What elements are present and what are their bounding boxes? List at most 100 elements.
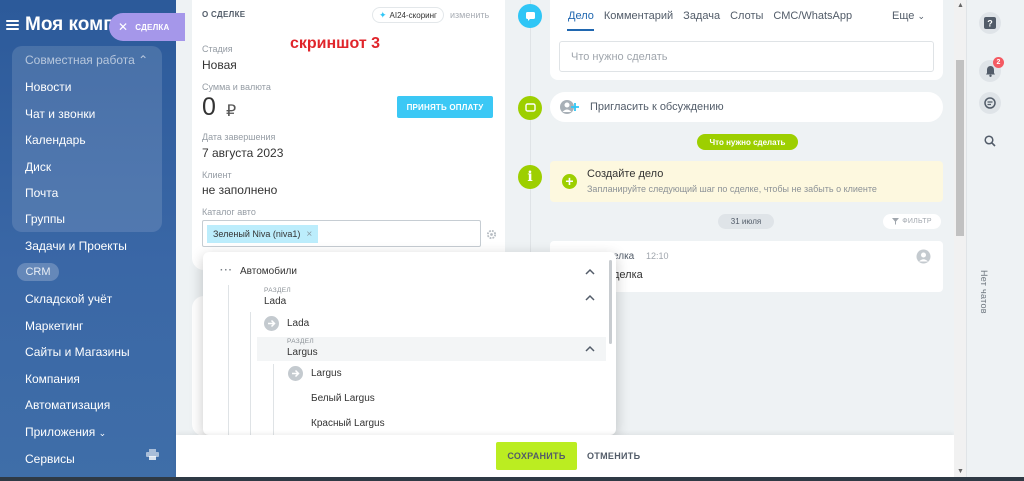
sidebar-item-apps[interactable]: Приложения ⌄ — [25, 425, 106, 439]
section-label: РАЗДЕЛ — [287, 338, 314, 345]
dropdown-scrollbar[interactable] — [609, 260, 612, 344]
sidebar-item-services[interactable]: Сервисы — [25, 452, 75, 466]
history-body: делка — [613, 269, 643, 281]
avatar[interactable] — [916, 249, 931, 264]
sidebar-item-company[interactable]: Компания — [25, 372, 80, 386]
tab-comment[interactable]: Комментарий — [604, 10, 673, 22]
filter-icon — [892, 218, 900, 225]
close-date-value: 7 августа 2023 — [202, 146, 284, 160]
remove-tag-icon[interactable]: × — [306, 229, 312, 240]
close-date-label: Дата завершения — [202, 132, 276, 142]
client-value: не заполнено — [202, 183, 278, 197]
tab-sms[interactable]: СМС/WhatsApp — [773, 10, 852, 22]
scroll-up-arrow[interactable]: ▲ — [957, 2, 964, 9]
help-icon[interactable]: ? — [979, 12, 1001, 34]
create-activity-title: Создайте дело — [587, 168, 664, 180]
menu-icon[interactable] — [6, 20, 19, 30]
history-title: елка — [613, 251, 635, 262]
chevron-down-icon: ⌄ — [917, 11, 925, 21]
ai-scoring-badge[interactable]: ✦ AI24-скоринг — [372, 7, 444, 23]
sparkle-icon: ✦ — [379, 9, 387, 20]
arrow-right-icon — [264, 316, 279, 331]
catalog-label: Каталог авто — [202, 207, 256, 217]
taskbar-edge — [0, 477, 1024, 481]
sum-label: Сумма и валюта — [202, 82, 271, 92]
timeline-activity-icon — [518, 4, 542, 28]
date-pill: 31 июля — [718, 214, 774, 229]
plus-icon[interactable]: + — [562, 174, 577, 189]
sidebar-item-calendar[interactable]: Календарь — [25, 133, 86, 147]
active-tab-underline — [567, 29, 594, 31]
sidebar-item-mail[interactable]: Почта — [25, 186, 58, 200]
sidebar-item-automation[interactable]: Автоматизация — [25, 398, 110, 412]
invite-to-discussion[interactable]: Пригласить к обсуждению — [550, 92, 943, 122]
tree-line — [273, 364, 274, 435]
tree-line — [228, 285, 229, 435]
sidebar-item-groups[interactable]: Группы — [25, 212, 65, 226]
create-activity-box[interactable]: + Создайте дело Запланируйте следующий ш… — [550, 161, 943, 202]
tab-task[interactable]: Задача — [683, 10, 720, 22]
sidebar-item-chat[interactable]: Чат и звонки — [25, 107, 95, 121]
chevron-up-icon[interactable] — [585, 345, 595, 352]
printer-icon[interactable] — [146, 449, 159, 460]
currency-symbol: ₽ — [226, 103, 237, 120]
sidebar-item-news[interactable]: Новости — [25, 80, 71, 94]
save-button[interactable]: СОХРАНИТЬ — [496, 442, 577, 470]
dropdown-item-largus[interactable]: Largus — [311, 368, 342, 379]
todo-pill: Что нужно сделать — [697, 134, 798, 150]
timeline-line — [530, 0, 531, 290]
search-icon[interactable] — [979, 130, 1001, 152]
tree-line — [250, 312, 251, 435]
catalog-dropdown: ··· Автомобили РАЗДЕЛ Lada Lada РАЗДЕЛ L… — [203, 252, 616, 435]
cancel-button[interactable]: ОТМЕНИТЬ — [587, 451, 640, 461]
ai-badge-label: AI24-скоринг — [389, 10, 437, 20]
catalog-field[interactable]: Зеленый Niva (niva1) × — [202, 220, 481, 247]
section-label: РАЗДЕЛ — [264, 287, 291, 294]
tab-activity[interactable]: Дело — [568, 10, 594, 22]
catalog-tag-label: Зеленый Niva (niva1) — [213, 229, 301, 239]
sidebar-item-sites[interactable]: Сайты и Магазины — [25, 345, 130, 359]
tab-more[interactable]: Еще ⌄ — [892, 10, 925, 22]
close-icon[interactable]: ✕ — [118, 20, 128, 34]
todo-input[interactable]: Что нужно сделать — [559, 41, 934, 72]
sidebar-item-marketing[interactable]: Маркетинг — [25, 319, 83, 333]
left-sidebar: Моя компания Совместная работа ⌃ Новости… — [0, 0, 180, 481]
chevron-up-icon[interactable] — [585, 268, 595, 275]
sidebar-item-tasks[interactable]: Задачи и Проекты — [25, 239, 127, 253]
right-chat-panel: ? 2 — [966, 0, 1024, 481]
sidebar-group-label[interactable]: Совместная работа ⌃ — [25, 53, 148, 67]
dropdown-section-largus[interactable]: Largus — [287, 347, 318, 358]
gear-icon[interactable] — [486, 229, 497, 240]
filter-button[interactable]: ФИЛЬТР — [883, 214, 941, 229]
scrollbar-thumb[interactable] — [956, 60, 964, 236]
scroll-down-arrow[interactable]: ▼ — [957, 468, 964, 475]
chevron-up-icon[interactable] — [585, 294, 595, 301]
dropdown-item-white-largus[interactable]: Белый Largus — [311, 393, 375, 404]
deal-close-tab[interactable]: ✕ СДЕЛКА — [109, 13, 185, 41]
sidebar-item-warehouse[interactable]: Складской учёт — [25, 292, 112, 306]
dropdown-item-red-largus[interactable]: Красный Largus — [311, 418, 385, 429]
edit-link[interactable]: изменить — [450, 10, 489, 20]
sidebar-item-disk[interactable]: Диск — [25, 160, 51, 174]
page-scrollbar[interactable]: ▲ ▼ — [954, 0, 966, 481]
stage-value: Новая — [202, 58, 237, 72]
timeline-chat-icon — [518, 96, 542, 120]
more-icon[interactable]: ··· — [220, 265, 233, 276]
add-user-icon — [560, 100, 579, 114]
no-chats-label: Нет чатов — [979, 270, 989, 314]
sidebar-item-crm[interactable]: CRM — [17, 263, 59, 281]
info-icon: i — [518, 165, 542, 189]
activity-tabs: Дело Комментарий Задача Слоты СМС/WhatsA… — [568, 10, 852, 22]
notification-badge: 2 — [993, 57, 1004, 68]
dropdown-root[interactable]: Автомобили — [240, 266, 297, 277]
dropdown-item-lada[interactable]: Lada — [287, 318, 309, 329]
create-activity-subtitle: Запланируйте следующий шаг по сделке, чт… — [587, 184, 877, 194]
save-bar: СОХРАНИТЬ ОТМЕНИТЬ — [176, 435, 954, 481]
dropdown-section-lada[interactable]: Lada — [264, 296, 286, 307]
accept-payment-button[interactable]: ПРИНЯТЬ ОПЛАТУ — [397, 96, 493, 118]
tab-slots[interactable]: Слоты — [730, 10, 763, 22]
catalog-tag[interactable]: Зеленый Niva (niva1) × — [207, 225, 319, 243]
chat-icon[interactable] — [979, 92, 1001, 114]
history-time: 12:10 — [646, 251, 669, 261]
deal-tab-label: СДЕЛКА — [135, 22, 170, 32]
